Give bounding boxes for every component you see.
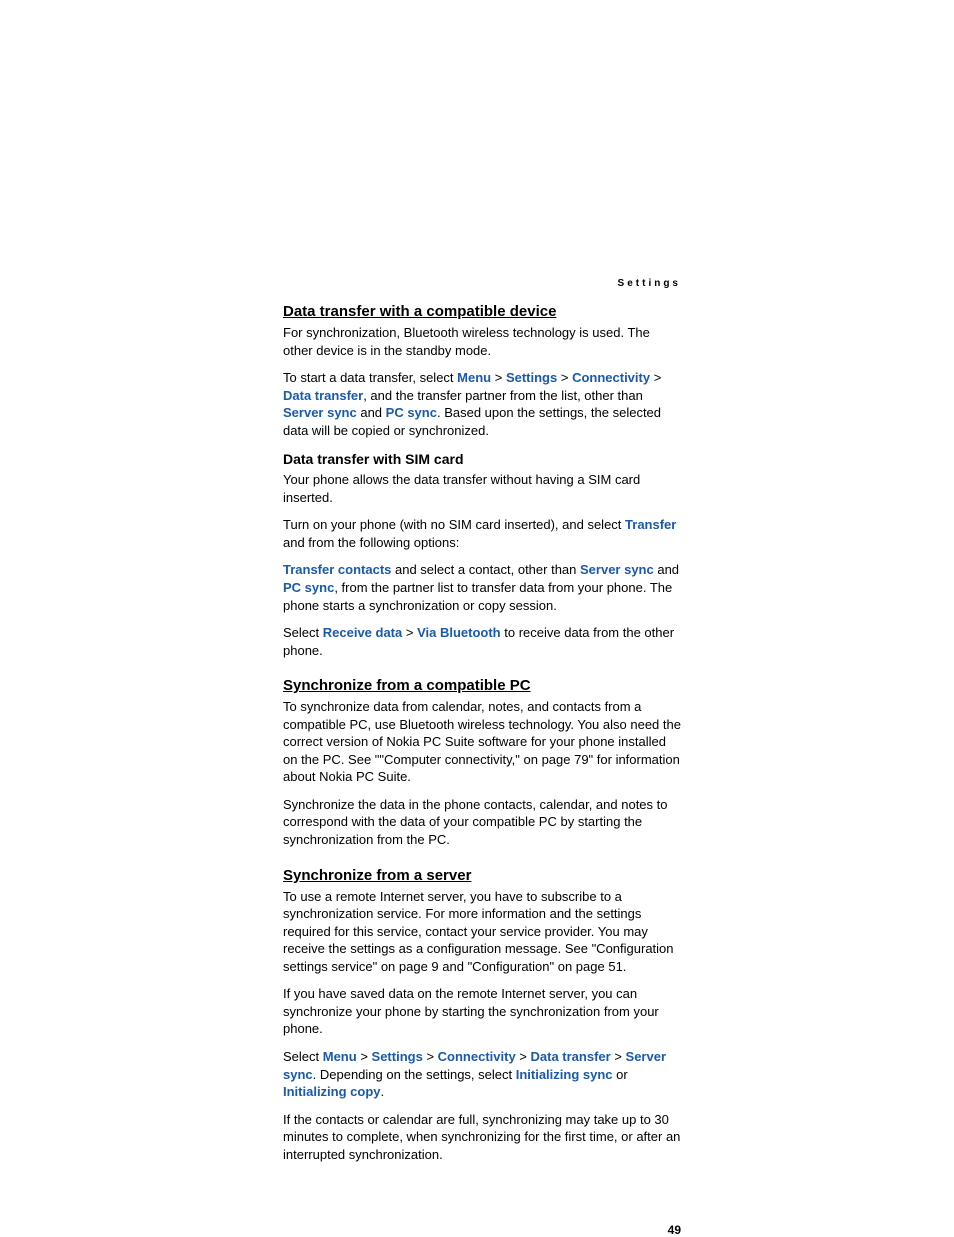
ui-term: Transfer (625, 517, 676, 532)
text-run: To start a data transfer, select (283, 370, 457, 385)
ui-term: PC sync (386, 405, 437, 420)
ui-term: Data transfer (531, 1049, 611, 1064)
ui-term: Connectivity (438, 1049, 516, 1064)
paragraph: Select Receive data > Via Bluetooth to r… (283, 624, 681, 659)
text-run: If the contacts or calendar are full, sy… (283, 1112, 680, 1162)
section-header: Settings (283, 278, 681, 289)
text-run: Turn on your phone (with no SIM card ins… (283, 517, 625, 532)
text-run: > (516, 1049, 531, 1064)
ui-term: Initializing sync (516, 1067, 613, 1082)
paragraph: If you have saved data on the remote Int… (283, 985, 681, 1038)
paragraph: To start a data transfer, select Menu > … (283, 369, 681, 439)
text-run: > (611, 1049, 626, 1064)
text-run: If you have saved data on the remote Int… (283, 986, 659, 1036)
text-run: > (402, 625, 417, 640)
text-run: > (491, 370, 506, 385)
paragraph: To synchronize data from calendar, notes… (283, 698, 681, 786)
page-content: Settings Data transfer with a compatible… (283, 278, 681, 1173)
text-run: Your phone allows the data transfer with… (283, 472, 640, 505)
text-run: Select (283, 625, 323, 640)
ui-term: Server sync (283, 405, 357, 420)
ui-term: Via Bluetooth (417, 625, 501, 640)
section-heading: Synchronize from a compatible PC (283, 677, 681, 694)
text-run: Select (283, 1049, 323, 1064)
text-run: and from the following options: (283, 535, 459, 550)
text-run: To synchronize data from calendar, notes… (283, 699, 681, 784)
paragraph: Select Menu > Settings > Connectivity > … (283, 1048, 681, 1101)
paragraph: To use a remote Internet server, you hav… (283, 888, 681, 976)
text-run: . Depending on the settings, select (313, 1067, 516, 1082)
text-run: , and the transfer partner from the list… (363, 388, 643, 403)
paragraph: Transfer contacts and select a contact, … (283, 561, 681, 614)
ui-term: Menu (323, 1049, 357, 1064)
ui-term: Data transfer (283, 388, 363, 403)
paragraph: Your phone allows the data transfer with… (283, 471, 681, 506)
subsection-heading: Data transfer with SIM card (283, 451, 681, 467)
text-run: . (381, 1084, 385, 1099)
ui-term: Menu (457, 370, 491, 385)
text-run: , from the partner list to transfer data… (283, 580, 672, 613)
text-run: > (650, 370, 661, 385)
section-heading: Synchronize from a server (283, 867, 681, 884)
body-text: Data transfer with a compatible device Fo… (283, 303, 681, 1163)
ui-term: Connectivity (572, 370, 650, 385)
text-run: and select a contact, other than (391, 562, 580, 577)
paragraph: Synchronize the data in the phone contac… (283, 796, 681, 849)
text-run: To use a remote Internet server, you hav… (283, 889, 674, 974)
text-run: > (423, 1049, 438, 1064)
ui-term: Receive data (323, 625, 403, 640)
ui-term: Settings (372, 1049, 423, 1064)
text-run: and (654, 562, 679, 577)
paragraph: Turn on your phone (with no SIM card ins… (283, 516, 681, 551)
ui-term: Settings (506, 370, 557, 385)
paragraph: If the contacts or calendar are full, sy… (283, 1111, 681, 1164)
text-run: For synchronization, Bluetooth wireless … (283, 325, 650, 358)
section-heading: Data transfer with a compatible device (283, 303, 681, 320)
ui-term: Transfer contacts (283, 562, 391, 577)
text-run: or (613, 1067, 628, 1082)
text-run: Synchronize the data in the phone contac… (283, 797, 668, 847)
text-run: > (557, 370, 572, 385)
text-run: > (357, 1049, 372, 1064)
text-run: and (357, 405, 386, 420)
ui-term: Server sync (580, 562, 654, 577)
ui-term: Initializing copy (283, 1084, 381, 1099)
ui-term: PC sync (283, 580, 334, 595)
paragraph: For synchronization, Bluetooth wireless … (283, 324, 681, 359)
